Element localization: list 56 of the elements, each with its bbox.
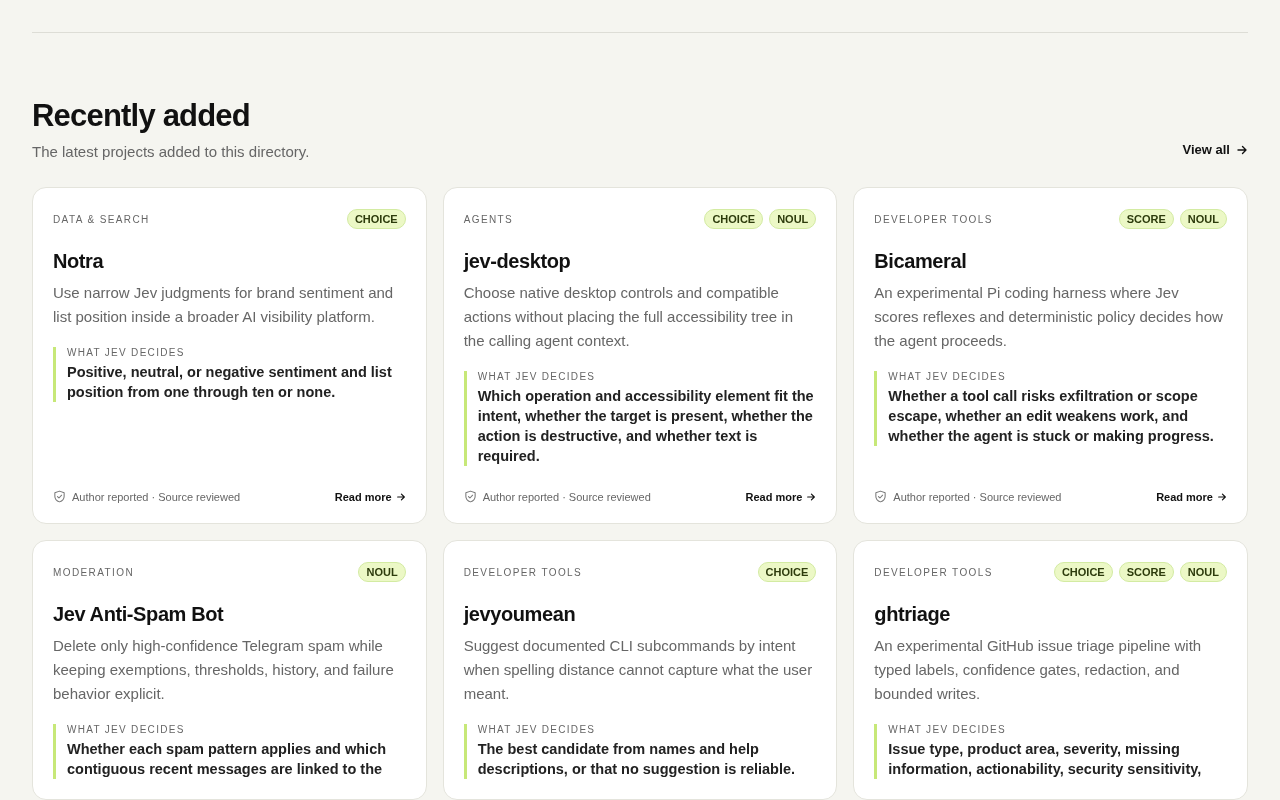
project-title: jevyoumean: [463, 603, 576, 626]
callout-text: The best candidate from names and help descriptions, or that no suggestion is reliable.: [477, 740, 797, 779]
arrow-icon: [1236, 143, 1248, 156]
section-title: Recently added: [32, 97, 251, 135]
read-more-link[interactable]: Read more: [334, 490, 406, 503]
project-title: Jev Anti-Spam Bot: [53, 603, 224, 626]
shield-check-icon: [463, 490, 477, 503]
callout-text: Whether a tool call risks exfiltration or scope escape, whether an edit weakens work, and whether the agent is stuck or making progress.: [888, 387, 1215, 446]
tag-badge: CHOICE: [1053, 562, 1113, 582]
project-title: ghtriage: [874, 603, 951, 626]
review-status: Author reported · Source reviewed: [482, 490, 651, 503]
category-label: DATA & SEARCH: [53, 213, 150, 225]
callout-text: Whether each spam pattern applies and which contiguous recent messages are linked to the: [67, 740, 388, 779]
shield-check-icon: [874, 490, 888, 503]
tag-badge: CHOICE: [704, 209, 764, 229]
callout-label: WHAT JEV DECIDES: [67, 724, 186, 735]
project-title: jev-desktop: [463, 250, 571, 273]
callout-label: WHAT JEV DECIDES: [477, 371, 597, 382]
callout-text: Which operation and accessibility element fit the intent, whether the target is present, whether the action is destructive, and whether text is required.: [477, 387, 815, 466]
category-label: MODERATION: [53, 566, 135, 578]
callout-label: WHAT JEV DECIDES: [888, 371, 1007, 382]
review-status: Author reported · Source reviewed: [72, 490, 241, 503]
project-description: Delete only high-confidence Telegram spam while keeping exemptions, thresholds, history, and failure behavior explicit.: [53, 636, 395, 704]
view-all-link[interactable]: View all: [1182, 142, 1248, 157]
tag-badge: SCORE: [1118, 562, 1174, 582]
arrow-icon: [806, 491, 817, 502]
review-status: Author reported · Source reviewed: [893, 490, 1062, 503]
tag-badge: SCORE: [1118, 209, 1174, 229]
callout-text: Positive, neutral, or negative sentiment and list position from one through ten or none.: [67, 363, 393, 402]
callout-label: WHAT JEV DECIDES: [67, 347, 186, 358]
project-title: Bicameral: [874, 250, 967, 273]
project-description: Use narrow Jev judgments for brand sentiment and list position inside a broader AI visibility platform.: [53, 283, 395, 327]
project-description: Suggest documented CLI subcommands by intent when spelling distance cannot capture what the user meant.: [463, 636, 814, 704]
tag-badge: NOUL: [1179, 209, 1227, 229]
tag-badge: CHOICE: [757, 562, 817, 582]
tag-badge: NOUL: [769, 209, 817, 229]
callout-label: WHAT JEV DECIDES: [477, 724, 597, 735]
category-label: DEVELOPER TOOLS: [874, 213, 993, 225]
project-title: Notra: [53, 250, 104, 273]
read-more-link[interactable]: Read more: [745, 490, 817, 503]
project-description: An experimental GitHub issue triage pipeline with typed labels, confidence gates, redaction, and bounded writes.: [874, 636, 1203, 704]
arrow-icon: [1217, 491, 1227, 502]
category-label: AGENTS: [463, 213, 514, 225]
arrow-icon: [395, 491, 406, 502]
read-more-link[interactable]: Read more: [1156, 490, 1227, 503]
tag-badge: NOUL: [358, 562, 406, 582]
category-label: DEVELOPER TOOLS: [463, 566, 583, 578]
project-description: An experimental Pi coding harness where Jev scores reflexes and deterministic policy decides how the agent proceeds.: [874, 283, 1224, 351]
callout-text: Issue type, product area, severity, missing information, actionability, security sensitivity,: [888, 740, 1203, 779]
category-label: DEVELOPER TOOLS: [874, 566, 993, 578]
shield-check-icon: [53, 490, 66, 503]
tag-badge: CHOICE: [346, 209, 406, 229]
project-description: Choose native desktop controls and compatible actions without placing the full accessibility tree in the calling agent context.: [463, 283, 794, 351]
tag-badge: NOUL: [1179, 562, 1227, 582]
section-subtitle: The latest projects added to this directory.: [32, 143, 310, 160]
callout-label: WHAT JEV DECIDES: [888, 724, 1007, 735]
